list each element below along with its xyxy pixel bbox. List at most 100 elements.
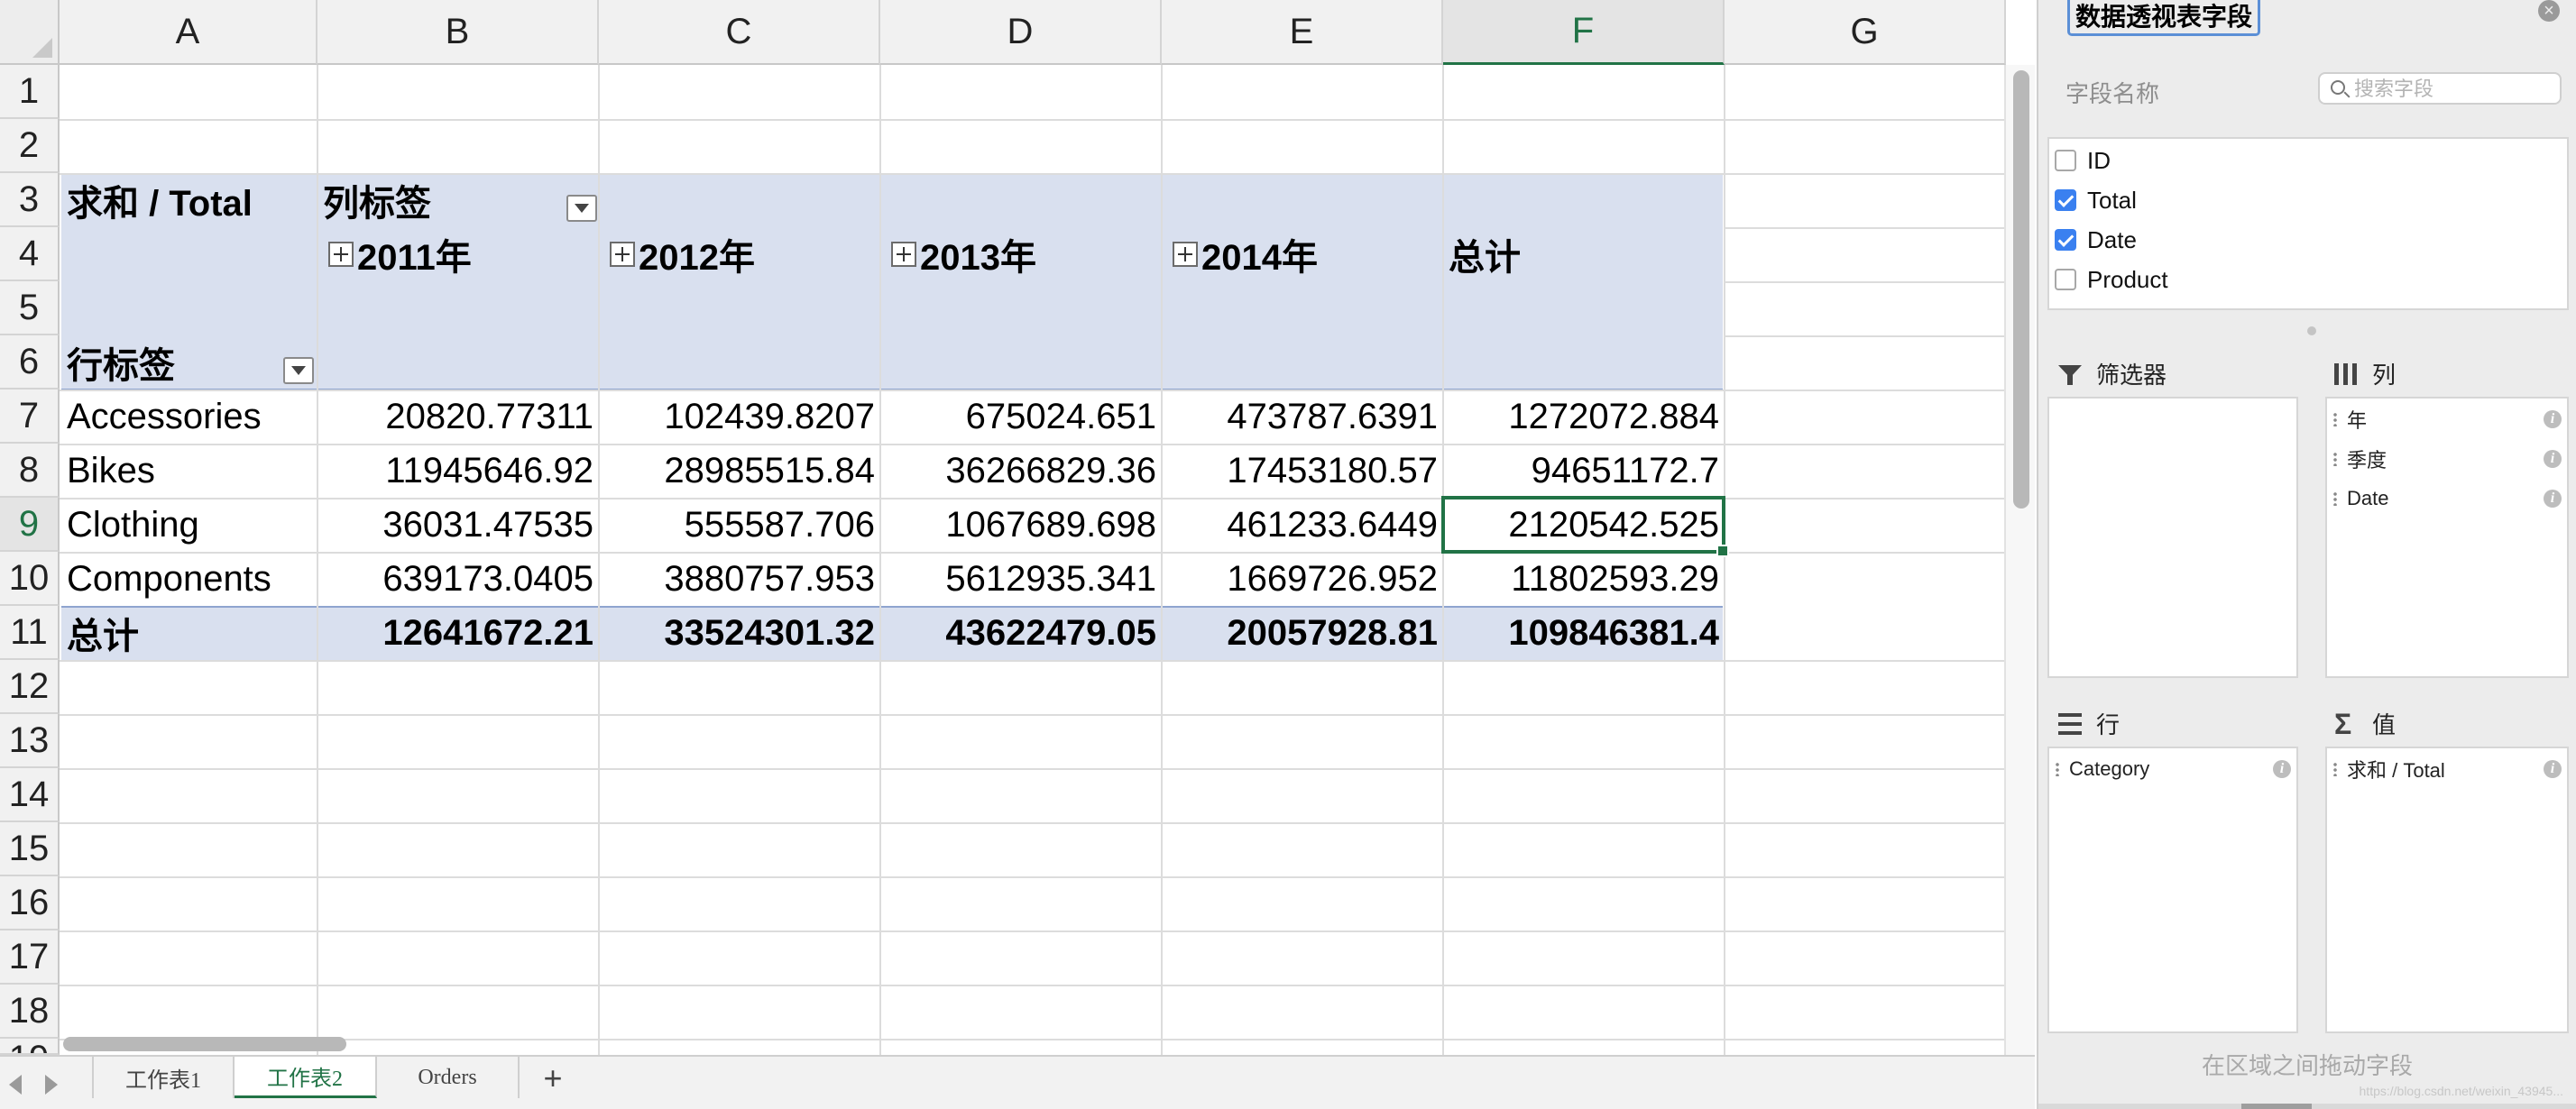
row-header-1[interactable]: 1 (0, 65, 60, 119)
expand-2014-icon[interactable] (1173, 242, 1198, 267)
info-icon[interactable]: i (2273, 760, 2291, 778)
vertical-scrollbar[interactable] (2004, 65, 2035, 1057)
row-header-18[interactable]: 18 (0, 985, 60, 1039)
sheet-tab-1[interactable]: 工作表1 (92, 1057, 235, 1098)
pivot-column-labels-caption[interactable]: 列标签 (317, 173, 570, 227)
columns-zone[interactable]: 年i 季度 i Date i (2325, 397, 2569, 678)
row-header-13[interactable]: 13 (0, 714, 60, 768)
row-header-15[interactable]: 15 (0, 822, 60, 876)
pivot-total-cell[interactable]: 43622479.05 (880, 606, 1162, 660)
columns-zone-item[interactable]: 年i (2332, 402, 2562, 436)
sheet-tab-orders[interactable]: Orders (377, 1057, 520, 1098)
pivot-row-label[interactable]: Bikes (61, 444, 317, 498)
sheet-tab-2[interactable]: 工作表2 (235, 1057, 377, 1098)
pivot-cell[interactable]: 1067689.698 (880, 498, 1162, 552)
pivot-year-2012[interactable]: 2012年 (604, 227, 875, 281)
row-header-19[interactable]: 19 (0, 1039, 60, 1055)
checkbox-date[interactable] (2055, 229, 2076, 251)
column-header-a[interactable]: A (60, 0, 317, 65)
row-header-9[interactable]: 9 (0, 498, 60, 552)
expand-2012-icon[interactable] (610, 242, 635, 267)
field-item-date[interactable]: Date (2055, 222, 2137, 258)
columns-zone-item[interactable]: Date i (2332, 481, 2562, 516)
previous-sheet-icon[interactable] (9, 1075, 22, 1095)
row-header-10[interactable]: 10 (0, 552, 60, 606)
row-header-16[interactable]: 16 (0, 876, 60, 930)
column-header-b[interactable]: B (317, 0, 599, 65)
pivot-cell[interactable]: 36031.47535 (317, 498, 599, 552)
field-item-total[interactable]: Total (2055, 182, 2137, 218)
values-zone[interactable]: 求和 / Total i (2325, 747, 2569, 1033)
selected-cell-outline[interactable] (1441, 496, 1729, 557)
values-zone-item[interactable]: 求和 / Total i (2332, 752, 2562, 786)
rows-zone-item[interactable]: Category i (2055, 752, 2291, 786)
vertical-scroll-thumb[interactable] (2013, 70, 2029, 509)
pivot-total-cell[interactable]: 12641672.21 (317, 606, 599, 660)
info-icon[interactable]: i (2544, 410, 2562, 428)
pivot-year-2013[interactable]: 2013年 (886, 227, 1156, 281)
rows-zone[interactable]: Category i (2047, 747, 2298, 1033)
column-header-g[interactable]: G (1725, 0, 2006, 65)
row-labels-filter-dropdown[interactable] (283, 357, 314, 384)
checkbox-partial[interactable] (2055, 308, 2076, 310)
filters-zone[interactable] (2047, 397, 2298, 678)
pivot-cell[interactable]: 3880757.953 (599, 552, 880, 606)
row-header-12[interactable]: 12 (0, 660, 60, 714)
field-item-product[interactable]: Product (2055, 261, 2168, 298)
pivot-total-cell[interactable]: 109846381.4 (1443, 606, 1725, 660)
pivot-cell[interactable]: 555587.706 (599, 498, 880, 552)
expand-2013-icon[interactable] (891, 242, 916, 267)
row-header-17[interactable]: 17 (0, 930, 60, 985)
pivot-cell[interactable]: 36266829.36 (880, 444, 1162, 498)
horizontal-scroll-thumb[interactable] (63, 1037, 346, 1051)
columns-zone-item[interactable]: 季度 i (2332, 442, 2562, 476)
column-header-d[interactable]: D (880, 0, 1162, 65)
info-icon[interactable]: i (2544, 490, 2562, 508)
next-sheet-icon[interactable] (45, 1075, 58, 1095)
info-icon[interactable]: i (2544, 760, 2562, 778)
row-header-14[interactable]: 14 (0, 768, 60, 822)
row-header-7[interactable]: 7 (0, 390, 60, 444)
pivot-year-2011[interactable]: 2011年 (323, 227, 593, 281)
pivot-value-caption[interactable]: 求和 / Total (61, 173, 317, 227)
pivot-cell[interactable]: 5612935.341 (880, 552, 1162, 606)
pivot-grand-total-header[interactable]: 总计 (1443, 227, 1723, 281)
column-header-e[interactable]: E (1162, 0, 1443, 65)
column-header-f[interactable]: F (1443, 0, 1725, 65)
pivot-row-labels-caption[interactable]: 行标签 (61, 335, 296, 390)
info-icon[interactable]: i (2544, 450, 2562, 468)
row-header-6[interactable]: 6 (0, 335, 60, 390)
drag-grip-icon[interactable] (2055, 762, 2060, 776)
checkbox-id[interactable] (2055, 150, 2076, 171)
field-list[interactable]: ID Total Date Product (2047, 137, 2569, 310)
drag-grip-icon[interactable] (2332, 762, 2338, 776)
row-header-4[interactable]: 4 (0, 227, 60, 281)
pivot-cell[interactable]: 20820.77311 (317, 390, 599, 444)
drag-grip-icon[interactable] (2332, 452, 2338, 466)
drag-grip-icon[interactable] (2332, 491, 2338, 506)
field-item-partial[interactable] (2055, 301, 2087, 310)
row-header-8[interactable]: 8 (0, 444, 60, 498)
spreadsheet-grid[interactable]: A B C D E F G 1 2 3 4 5 6 7 8 9 10 11 12… (0, 0, 2035, 1109)
field-item-id[interactable]: ID (2055, 142, 2111, 179)
row-header-5[interactable]: 5 (0, 281, 60, 335)
pivot-row-label[interactable]: Accessories (61, 390, 317, 444)
checkbox-total[interactable] (2055, 189, 2076, 211)
pivot-cell[interactable]: 11802593.29 (1443, 552, 1725, 606)
row-header-2[interactable]: 2 (0, 119, 60, 173)
pivot-cell[interactable]: 28985515.84 (599, 444, 880, 498)
pivot-cell[interactable]: 11945646.92 (317, 444, 599, 498)
pivot-cell[interactable]: 94651172.7 (1443, 444, 1725, 498)
pivot-cell[interactable]: 473787.6391 (1162, 390, 1443, 444)
pivot-cell[interactable]: 102439.8207 (599, 390, 880, 444)
column-labels-filter-dropdown[interactable] (566, 195, 597, 222)
pivot-row-label[interactable]: Components (61, 552, 317, 606)
pivot-year-2014[interactable]: 2014年 (1167, 227, 1438, 281)
drag-grip-icon[interactable] (2332, 412, 2338, 426)
expand-2011-icon[interactable] (328, 242, 354, 267)
row-header-3[interactable]: 3 (0, 173, 60, 227)
checkbox-product[interactable] (2055, 269, 2076, 290)
pivot-cell[interactable]: 461233.6449 (1162, 498, 1443, 552)
pane-bottom-scroll-thumb[interactable] (2241, 1104, 2312, 1109)
pivot-total-cell[interactable]: 20057928.81 (1162, 606, 1443, 660)
